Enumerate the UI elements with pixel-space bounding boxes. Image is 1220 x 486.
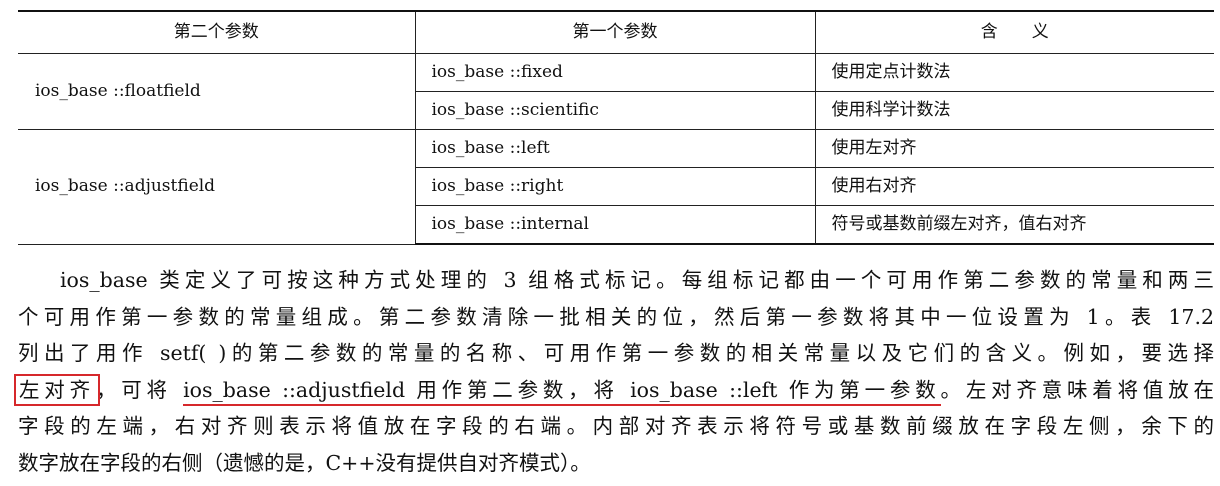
paragraph-line: 列出了用作 setf( )的第二参数的常量的名称、可用作第一参数的相关常量以及它… [18,341,1214,365]
cell-second-adjustfield: ios_base ::adjustfield [18,129,416,245]
red-box-annotation: 左对齐 [14,373,100,406]
header-meaning: 含 义 [814,10,1214,54]
cell-meaning-left: 使用左对齐 [814,129,1214,168]
cell-meaning-right: 使用右对齐 [814,167,1214,206]
paragraph-line: 字段的左端，右对齐则表示将值放在字段的右端。内部对齐表示将符号或基数前缀放在字段… [18,414,1214,438]
paragraph-text: ，可将 [95,377,184,402]
table-row: ios_base ::adjustfield ios_base ::left 使… [18,129,1214,245]
header-first-param: 第一个参数 [414,10,816,54]
cell-first-left: ios_base ::left [414,129,816,168]
header-second-param: 第二个参数 [18,10,416,54]
cell-meaning-fixed: 使用定点计数法 [814,53,1214,92]
paragraph-line: 数字放在字段的右侧（遗憾的是，C++没有提供自对齐模式）。 [18,450,591,475]
cell-first-right: ios_base ::right [414,167,816,206]
body-paragraph: ios_base 类定义了可按这种方式处理的 3 组格式标记。每组标记都由一个可… [14,262,1215,481]
format-flags-table: 第二个参数 第一个参数 含 义 ios_base ::floatfield io… [18,10,1214,245]
red-underline-annotation: ios_base ::adjustfield 用作第二参数，将 ios_base… [183,377,941,406]
table-row: ios_base ::floatfield ios_base ::fixed 使… [18,53,1214,130]
cell-first-internal: ios_base ::internal [414,205,816,245]
table-header-row: 第二个参数 第一个参数 含 义 [18,10,1214,54]
paragraph-line: 个可用作第一参数的常量组成。第二参数清除一批相关的位，然后第一参数将其中一位设置… [18,304,1214,329]
paragraph-text: 。左对齐意味着将值放在 [940,377,1215,402]
cell-meaning-internal: 符号或基数前缀左对齐，值右对齐 [814,205,1214,245]
cell-second-floatfield: ios_base ::floatfield [18,53,416,130]
cell-first-scientific: ios_base ::scientific [414,91,816,130]
cell-first-fixed: ios_base ::fixed [414,53,816,92]
paragraph-line: 左对齐，可将 ios_base ::adjustfield 用作第二参数，将 i… [14,372,1215,409]
cell-meaning-scientific: 使用科学计数法 [814,91,1214,130]
paragraph-line: ios_base 类定义了可按这种方式处理的 3 组格式标记。每组标记都由一个可… [60,268,1214,292]
